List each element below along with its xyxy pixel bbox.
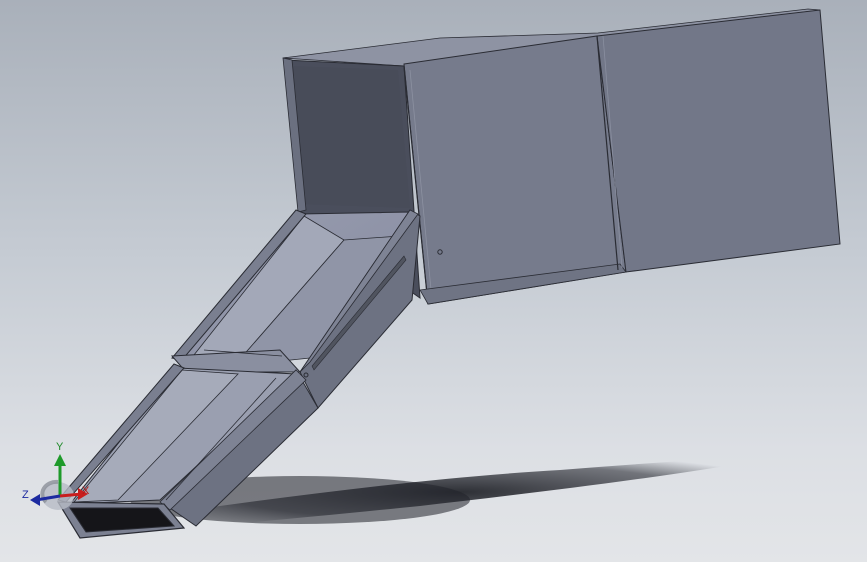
reference-triad: Y Z X (18, 436, 102, 516)
y-axis-label: Y (56, 441, 64, 453)
z-axis-label: Z (22, 489, 29, 501)
graphics-viewport[interactable]: Y Z X (0, 0, 867, 562)
model-view[interactable] (0, 0, 867, 562)
x-axis-label: X (82, 485, 90, 497)
